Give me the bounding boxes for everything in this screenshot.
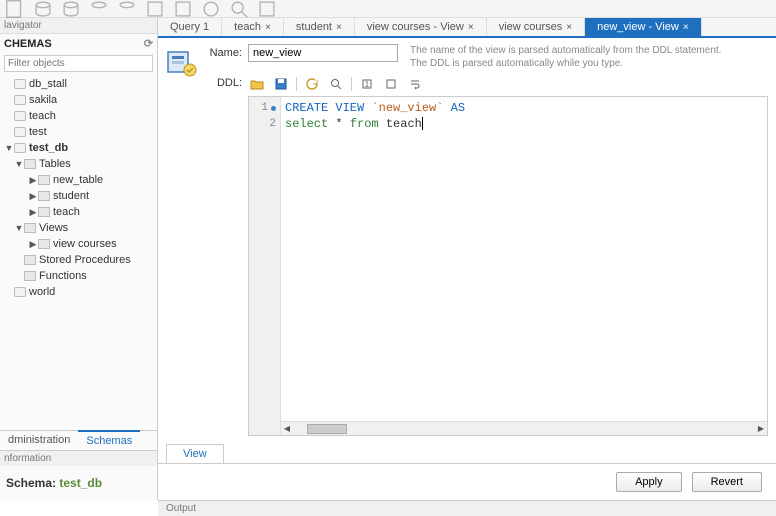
main-area: Query 1teach×student×view courses - View… [158,18,776,500]
tree-node[interactable]: world [0,284,157,300]
tree-node[interactable]: sakila [0,92,157,108]
tool-icon[interactable] [4,2,26,16]
view-editor: Name: The name of the view is parsed aut… [158,38,776,440]
tree-node[interactable]: Stored Procedures [0,252,157,268]
close-icon[interactable]: × [468,22,474,33]
tool-icon[interactable] [116,2,138,16]
name-row: Name: The name of the view is parsed aut… [206,44,768,70]
tree-node[interactable]: ▼test_db [0,140,157,156]
tree-node[interactable]: test [0,124,157,140]
ddl-row: DDL: 1 [206,74,768,436]
schema-info: Schema: test_db [0,466,157,500]
scroll-thumb[interactable] [307,424,347,434]
refresh-icon[interactable]: ⟳ [144,37,153,50]
navigator-sidebar: lavigator CHEMAS ⟳ db_stallsakilateachte… [0,18,158,500]
tree-node[interactable]: ▶new_table [0,172,157,188]
separator [296,77,297,91]
app-toolbar [0,0,776,18]
editor-tab[interactable]: teach× [222,18,284,36]
view-icon [166,48,198,80]
sidebar-tabs: dministration Schemas [0,430,157,450]
editor-tab[interactable]: new_view - View× [585,18,702,36]
tab-administration[interactable]: dministration [0,431,78,450]
horizontal-scrollbar[interactable]: ◀ ▶ [281,421,767,435]
action-buttons: Apply Revert [158,464,776,500]
close-icon[interactable]: × [265,22,271,33]
scroll-left-icon[interactable]: ◀ [281,424,293,434]
tool-icon[interactable] [200,2,222,16]
separator [351,77,352,91]
view-name-input[interactable] [248,44,398,62]
name-label: Name: [206,44,248,59]
text-cursor [422,117,423,130]
filter-input[interactable] [4,55,153,72]
navigator-label: lavigator [4,20,42,31]
tree-node[interactable]: ▶teach [0,204,157,220]
lower-tabs: View [158,444,776,464]
editor-tabs: Query 1teach×student×view courses - View… [158,18,776,38]
ddl-toolbar: 1 [248,74,768,96]
tab-view[interactable]: View [166,444,224,463]
tree-node[interactable]: teach [0,108,157,124]
tree-node[interactable]: ▼Views [0,220,157,236]
close-icon[interactable]: × [566,22,572,33]
line-gutter: 1 2 [249,97,281,435]
scroll-right-icon[interactable]: ▶ [755,424,767,434]
save-icon[interactable] [272,76,290,92]
editor-tab[interactable]: student× [284,18,355,36]
tab-schemas[interactable]: Schemas [78,430,140,450]
ddl-label: DDL: [206,74,248,89]
svg-text:1: 1 [365,80,370,89]
filter-row [4,55,153,72]
wrap-icon[interactable] [406,76,424,92]
schemas-header: CHEMAS ⟳ [0,34,157,53]
navigator-title: lavigator [0,18,157,34]
schema-tree[interactable]: db_stallsakilateachtest▼test_db▼Tables▶n… [0,74,157,430]
editor-tab[interactable]: Query 1 [158,18,222,36]
name-hint: The name of the view is parsed automatic… [410,44,730,70]
tool-icon[interactable] [32,2,54,16]
information-header: nformation [0,450,157,466]
sql-editor[interactable]: 1 2 CREATE VIEW `new_view` AS select * f… [248,96,768,436]
search-icon[interactable] [228,2,250,16]
tree-node[interactable]: ▶student [0,188,157,204]
editor-tab[interactable]: view courses× [487,18,585,36]
revert-icon[interactable] [303,76,321,92]
editor-tab[interactable]: view courses - View× [355,18,487,36]
tree-node[interactable]: Functions [0,268,157,284]
beautify-icon[interactable]: 1 [358,76,376,92]
close-icon[interactable]: × [683,22,689,33]
tool-icon[interactable] [60,2,82,16]
marker-icon [271,106,276,111]
tree-node[interactable]: ▶view courses [0,236,157,252]
tree-node[interactable]: db_stall [0,76,157,92]
schema-value: test_db [59,476,102,490]
revert-button[interactable]: Revert [692,472,762,492]
toggle-icon[interactable] [382,76,400,92]
tree-node[interactable]: ▼Tables [0,156,157,172]
tool-icon[interactable] [88,2,110,16]
schemas-label: CHEMAS [4,38,52,50]
output-header: Output [158,500,776,516]
tool-icon[interactable] [256,2,278,16]
tool-icon[interactable] [172,2,194,16]
apply-button[interactable]: Apply [616,472,682,492]
find-icon[interactable] [327,76,345,92]
close-icon[interactable]: × [336,22,342,33]
open-icon[interactable] [248,76,266,92]
tool-icon[interactable] [144,2,166,16]
schema-key: Schema: [6,476,56,490]
sql-code[interactable]: CREATE VIEW `new_view` AS select * from … [281,97,767,435]
